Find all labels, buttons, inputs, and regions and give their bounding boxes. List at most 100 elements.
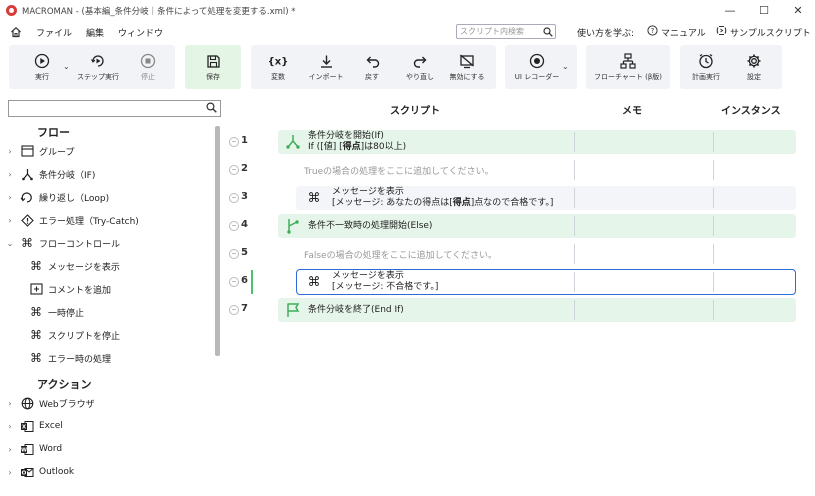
chevron-right-icon[interactable]: ›	[4, 445, 16, 454]
chevron-down-icon[interactable]: ⌄	[562, 62, 569, 71]
drop-placeholder-false[interactable]: Falseの場合の処理をここに追加してください。	[304, 248, 497, 261]
show-message-statement[interactable]: ⌘ メッセージを表示 [メッセージ: 不合格です。]	[305, 270, 439, 294]
save-label: 保存	[206, 73, 220, 81]
home-icon[interactable]	[10, 26, 22, 38]
flag-icon	[284, 301, 302, 319]
action-panel-scrollbar[interactable]	[214, 122, 220, 486]
search-icon[interactable]	[206, 101, 217, 116]
close-button[interactable]: ✕	[781, 0, 815, 21]
line-number: 7	[241, 303, 248, 314]
active-row-indicator	[251, 270, 253, 294]
chevron-right-icon[interactable]: ›	[4, 147, 16, 156]
tree-item-excel[interactable]: › X Excel	[0, 416, 212, 436]
script-row-4[interactable]: 4 条件不一致時の処理開始(Else)	[224, 212, 799, 240]
chevron-right-icon[interactable]: ›	[4, 170, 16, 179]
script-row-2[interactable]: 2 Trueの場合の処理をここに追加してください。	[224, 156, 799, 184]
minimize-button[interactable]: —	[713, 0, 747, 21]
tree-item-label: コメントを追加	[48, 285, 112, 296]
drop-placeholder-true[interactable]: Trueの場合の処理をここに追加してください。	[304, 164, 494, 177]
row-toggle-icon[interactable]	[229, 137, 239, 147]
tree-item-try-catch[interactable]: › エラー処理（Try-Catch)	[0, 210, 212, 230]
column-separator	[713, 160, 714, 180]
tree-item-label: 一時停止	[48, 308, 85, 319]
script-row-1[interactable]: 1 条件分岐を開始(If) If ([値] [得点]は80以上)	[224, 128, 799, 156]
tree-item-web-browser[interactable]: › Webブラウザ	[0, 393, 212, 413]
chevron-right-icon[interactable]: ›	[4, 193, 16, 202]
tree-item-stop-script[interactable]: ⌘ スクリプトを停止	[0, 325, 212, 345]
script-editor: スクリプト メモ インスタンス 1 条件分岐を開始(If) If ([値] [得…	[224, 98, 809, 490]
if-statement[interactable]: 条件分岐を開始(If) If ([値] [得点]は80以上)	[284, 130, 406, 154]
tree-item-loop[interactable]: › 繰り返し（Loop)	[0, 187, 212, 207]
undo-button[interactable]: 戻す	[348, 45, 396, 89]
variables-button[interactable]: {x} 変数	[254, 45, 302, 89]
else-statement[interactable]: 条件不一致時の処理開始(Else)	[284, 214, 432, 238]
maximize-button[interactable]: ☐	[747, 0, 781, 21]
chevron-right-icon[interactable]: ›	[4, 422, 16, 431]
stop-circle-icon	[140, 52, 156, 70]
row-toggle-icon[interactable]	[229, 277, 239, 287]
script-row-3[interactable]: 3 ⌘ メッセージを表示 [メッセージ: あなたの得点は[得点]点なので合格です…	[224, 184, 799, 212]
statement-text: メッセージを表示 [メッセージ: あなたの得点は[得点]点なので合格です。]	[332, 187, 553, 209]
column-header-memo[interactable]: メモ	[622, 102, 642, 117]
comment-plus-icon	[28, 281, 44, 297]
scheduled-run-button[interactable]: 計画実行	[682, 45, 730, 89]
row-toggle-icon[interactable]	[229, 165, 239, 175]
svg-text:W: W	[21, 447, 27, 453]
tree-item-on-error[interactable]: ⌘ エラー時の処理	[0, 348, 212, 368]
tree-item-outlook[interactable]: › O Outlook	[0, 462, 212, 482]
chevron-right-icon[interactable]: ›	[4, 399, 16, 408]
learn-label: 使い方を学ぶ:	[577, 29, 635, 39]
outlook-icon: O	[19, 464, 35, 480]
menu-edit[interactable]: 編集	[86, 26, 104, 39]
ui-recorder-button[interactable]: UI レコーダー	[509, 45, 565, 89]
tree-item-group[interactable]: › グループ	[0, 141, 212, 161]
chevron-right-icon[interactable]: ›	[4, 216, 16, 225]
row-toggle-icon[interactable]	[229, 221, 239, 231]
svg-text:?: ?	[651, 27, 655, 35]
save-button[interactable]: 保存	[188, 45, 238, 89]
tree-item-word[interactable]: › W Word	[0, 439, 212, 459]
script-search-input[interactable]: スクリプト内検索	[456, 24, 556, 39]
line-number: 1	[241, 135, 248, 146]
step-run-button[interactable]: ステップ実行	[73, 45, 123, 89]
menu-window[interactable]: ウィンドウ	[118, 26, 163, 39]
import-label: インポート	[308, 73, 344, 81]
command-icon: ⌘	[307, 190, 321, 206]
tree-item-if[interactable]: › 条件分岐（IF)	[0, 164, 212, 184]
redo-button[interactable]: やり直し	[396, 45, 444, 89]
chevron-right-icon[interactable]: ›	[4, 468, 16, 477]
scrollbar-thumb[interactable]	[215, 126, 220, 356]
tree-item-pause[interactable]: ⌘ 一時停止	[0, 302, 212, 322]
row-toggle-icon[interactable]	[229, 193, 239, 203]
column-separator	[713, 188, 714, 208]
script-row-7[interactable]: 7 条件分岐を終了(End If)	[224, 296, 799, 324]
disable-label: 無効にする	[449, 73, 485, 81]
tree-item-add-comment[interactable]: コメントを追加	[0, 279, 212, 299]
column-header-script[interactable]: スクリプト	[390, 102, 440, 117]
disable-button[interactable]: 無効にする	[442, 45, 492, 89]
action-search-input[interactable]	[8, 100, 221, 117]
stop-button[interactable]: 停止	[123, 45, 173, 89]
search-icon[interactable]	[541, 26, 555, 37]
show-message-statement[interactable]: ⌘ メッセージを表示 [メッセージ: あなたの得点は[得点]点なので合格です。]	[305, 186, 554, 210]
tree-item-show-message[interactable]: ⌘ メッセージを表示	[0, 256, 212, 276]
sample-scripts-link[interactable]: サンプルスクリプト	[716, 25, 811, 39]
ui-recorder-label: UI レコーダー	[514, 73, 560, 81]
column-header-instance[interactable]: インスタンス	[721, 102, 781, 117]
import-button[interactable]: インポート	[302, 45, 350, 89]
script-row-5[interactable]: 5 Falseの場合の処理をここに追加してください。	[224, 240, 799, 268]
tree-item-flow-control[interactable]: ⌄ ⌘ フローコントロール	[0, 233, 212, 253]
run-button[interactable]: 実行	[17, 45, 67, 89]
chevron-down-icon[interactable]: ⌄	[4, 239, 16, 248]
settings-button[interactable]: 設定	[730, 45, 778, 89]
chevron-down-icon[interactable]: ⌄	[63, 62, 70, 71]
row-toggle-icon[interactable]	[229, 305, 239, 315]
tree-item-label: エラー時の処理	[48, 354, 112, 365]
script-row-6[interactable]: 6 ⌘ メッセージを表示 [メッセージ: 不合格です。]	[224, 268, 799, 296]
menu-file[interactable]: ファイル	[36, 26, 72, 39]
column-separator	[574, 272, 575, 292]
end-if-statement[interactable]: 条件分岐を終了(End If)	[284, 298, 404, 322]
flowchart-button[interactable]: フローチャート (β版)	[588, 45, 668, 89]
row-toggle-icon[interactable]	[229, 249, 239, 259]
manual-link[interactable]: ? マニュアル	[647, 25, 706, 39]
